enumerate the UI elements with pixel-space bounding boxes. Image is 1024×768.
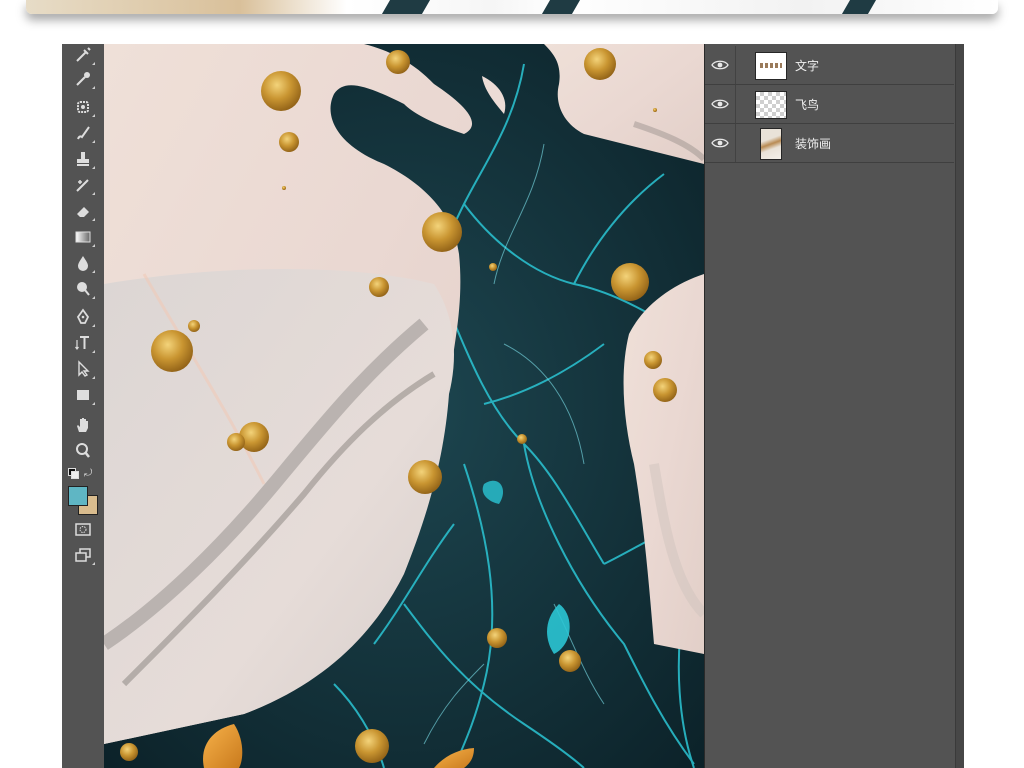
visibility-eye-icon[interactable] — [711, 56, 729, 74]
foreground-color-swatch[interactable] — [68, 486, 88, 506]
gradient-icon[interactable] — [70, 226, 96, 248]
preview-header — [0, 0, 1024, 40]
history-brush-icon[interactable] — [70, 174, 96, 196]
visibility-eye-icon[interactable] — [711, 134, 729, 152]
dodge-icon[interactable] — [70, 278, 96, 300]
document-canvas[interactable] — [104, 44, 704, 768]
layer-row-text[interactable]: 文字 — [705, 46, 954, 85]
layer-name: 文字 — [795, 59, 820, 73]
zoom-icon[interactable] — [70, 440, 96, 462]
preview-image-strip — [26, 0, 998, 14]
clone-stamp-icon[interactable] — [70, 148, 96, 170]
eyedropper-icon[interactable] — [70, 68, 96, 90]
spot-healing-icon[interactable] — [70, 96, 96, 118]
layer-name: 飞鸟 — [795, 98, 820, 112]
path-selection-icon[interactable] — [70, 358, 96, 380]
visibility-eye-icon[interactable] — [711, 95, 729, 113]
eyedropper-ruler-icon[interactable] — [70, 44, 96, 66]
panel-scrollbar[interactable] — [955, 44, 964, 768]
brush-icon[interactable] — [70, 122, 96, 144]
layer-name: 装饰画 — [795, 137, 832, 151]
type-icon[interactable] — [70, 332, 96, 354]
blur-icon[interactable] — [70, 252, 96, 274]
hand-icon[interactable] — [70, 414, 96, 436]
layer-thumbnail-text — [755, 52, 787, 80]
layer-row-decor[interactable]: 装饰画 — [705, 124, 954, 163]
pen-icon[interactable] — [70, 306, 96, 328]
photoshop-window: ⤾ 文字 飞鸟 装饰画 — [62, 44, 964, 768]
layers-panel: 文字 飞鸟 装饰画 — [704, 44, 956, 768]
toolbox: ⤾ — [62, 44, 105, 768]
default-colors-icon[interactable] — [68, 468, 79, 479]
layer-row-bird[interactable]: 飞鸟 — [705, 85, 954, 124]
artwork-image — [104, 44, 704, 768]
quick-mask-icon[interactable] — [70, 518, 96, 540]
layer-thumbnail-transparent — [755, 91, 787, 119]
rectangle-icon[interactable] — [70, 384, 96, 406]
screen-mode-icon[interactable] — [70, 544, 96, 566]
eraser-icon[interactable] — [70, 200, 96, 222]
swap-colors-icon[interactable]: ⤾ — [84, 468, 92, 479]
layer-thumbnail-artwork — [760, 128, 782, 160]
